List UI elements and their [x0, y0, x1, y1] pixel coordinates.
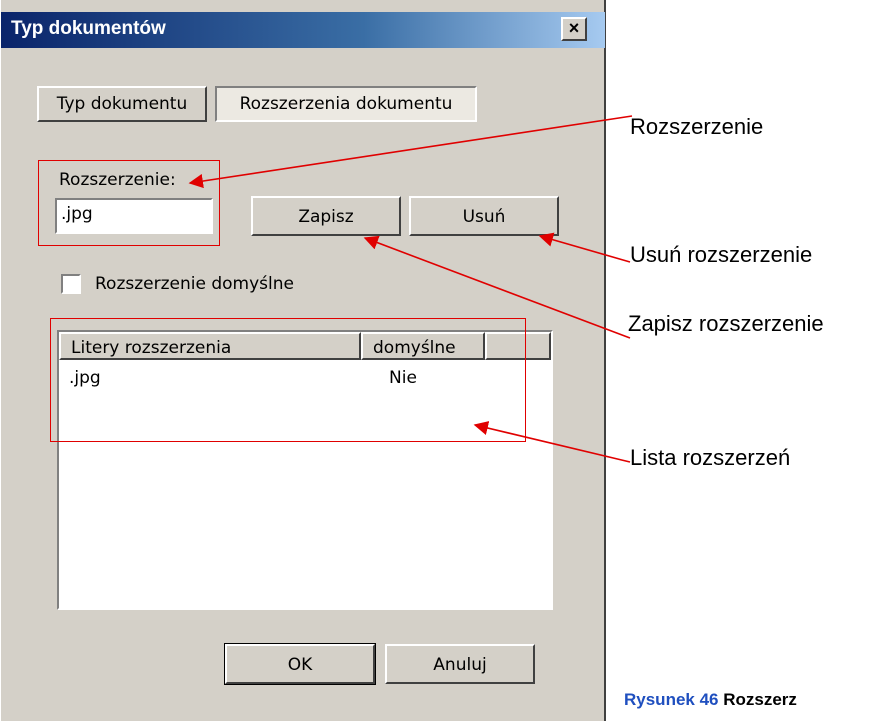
caption-text: Rozszerz	[723, 690, 797, 709]
arrow-list	[473, 421, 631, 463]
annotation-extension: Rozszerzenie	[630, 114, 764, 139]
figure-caption: Rysunek 46 Rozszerz	[624, 690, 797, 710]
arrow-delete	[538, 232, 631, 263]
annotation-list: Lista rozszerzeń	[630, 445, 791, 470]
arrow-extension	[188, 115, 633, 189]
annotation-arrows	[188, 115, 633, 463]
annotation-delete: Usuń rozszerzenie	[630, 242, 813, 267]
arrow-save	[363, 235, 631, 339]
annotation-save: Zapisz rozszerzenie	[628, 311, 824, 336]
caption-number: Rysunek 46	[624, 690, 719, 709]
